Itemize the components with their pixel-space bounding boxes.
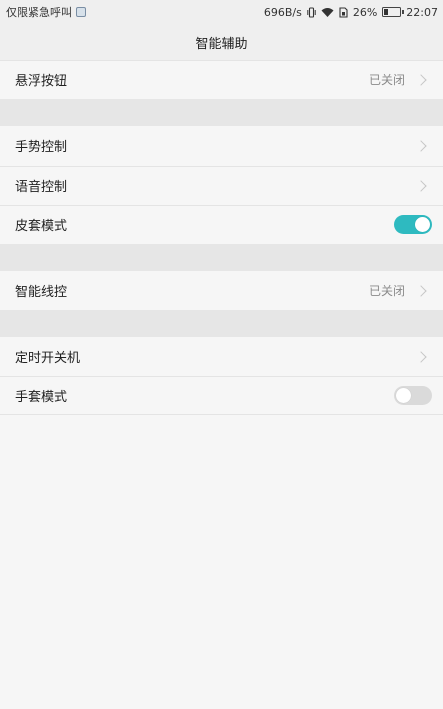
glove-mode-toggle[interactable] xyxy=(394,386,432,405)
chevron-right-icon xyxy=(415,179,427,192)
gesture-control-label: 手势控制 xyxy=(15,140,68,155)
voice-control-label: 语音控制 xyxy=(15,180,68,195)
smart-wire-control-label: 智能线控 xyxy=(15,285,68,300)
section-divider xyxy=(0,244,443,271)
toggle-knob xyxy=(415,217,430,232)
battery-percent: 26% xyxy=(352,5,378,19)
section-divider xyxy=(0,99,443,126)
wifi-icon xyxy=(321,7,334,17)
scheduled-power-row[interactable]: 定时开关机 xyxy=(0,337,443,376)
cover-mode-row: 皮套模式 xyxy=(0,205,443,244)
page-title-bar: 智能辅助 xyxy=(0,24,443,60)
cover-mode-toggle[interactable] xyxy=(394,215,432,234)
voice-control-row[interactable]: 语音控制 xyxy=(0,166,443,205)
network-speed: 696B/s xyxy=(263,5,302,19)
glove-mode-row: 手套模式 xyxy=(0,376,443,415)
status-bar: 仅限紧急呼叫 696B/s 26% 22:07 xyxy=(0,0,443,24)
list-bottom-divider xyxy=(0,414,443,415)
smart-wire-control-row[interactable]: 智能线控 已关闭 xyxy=(0,271,443,310)
floating-button-row[interactable]: 悬浮按钮 已关闭 xyxy=(0,60,443,99)
clock: 22:07 xyxy=(406,5,438,19)
floating-button-label: 悬浮按钮 xyxy=(15,74,68,89)
battery-icon xyxy=(382,7,405,17)
smart-wire-control-status: 已关闭 xyxy=(368,284,405,298)
section-divider xyxy=(0,310,443,337)
sim-icon xyxy=(76,7,86,17)
chevron-right-icon xyxy=(415,350,427,363)
scheduled-power-label: 定时开关机 xyxy=(15,351,81,366)
floating-button-status: 已关闭 xyxy=(368,73,405,87)
cover-mode-label: 皮套模式 xyxy=(15,219,68,234)
sim-card-icon xyxy=(339,6,348,18)
gesture-control-row[interactable]: 手势控制 xyxy=(0,126,443,165)
toggle-knob xyxy=(396,388,411,403)
chevron-right-icon xyxy=(415,73,427,86)
chevron-right-icon xyxy=(415,139,427,152)
carrier-text: 仅限紧急呼叫 xyxy=(6,6,72,19)
glove-mode-label: 手套模式 xyxy=(15,390,68,405)
chevron-right-icon xyxy=(415,284,427,297)
page-title: 智能辅助 xyxy=(195,36,248,52)
vibrate-icon xyxy=(307,6,316,18)
